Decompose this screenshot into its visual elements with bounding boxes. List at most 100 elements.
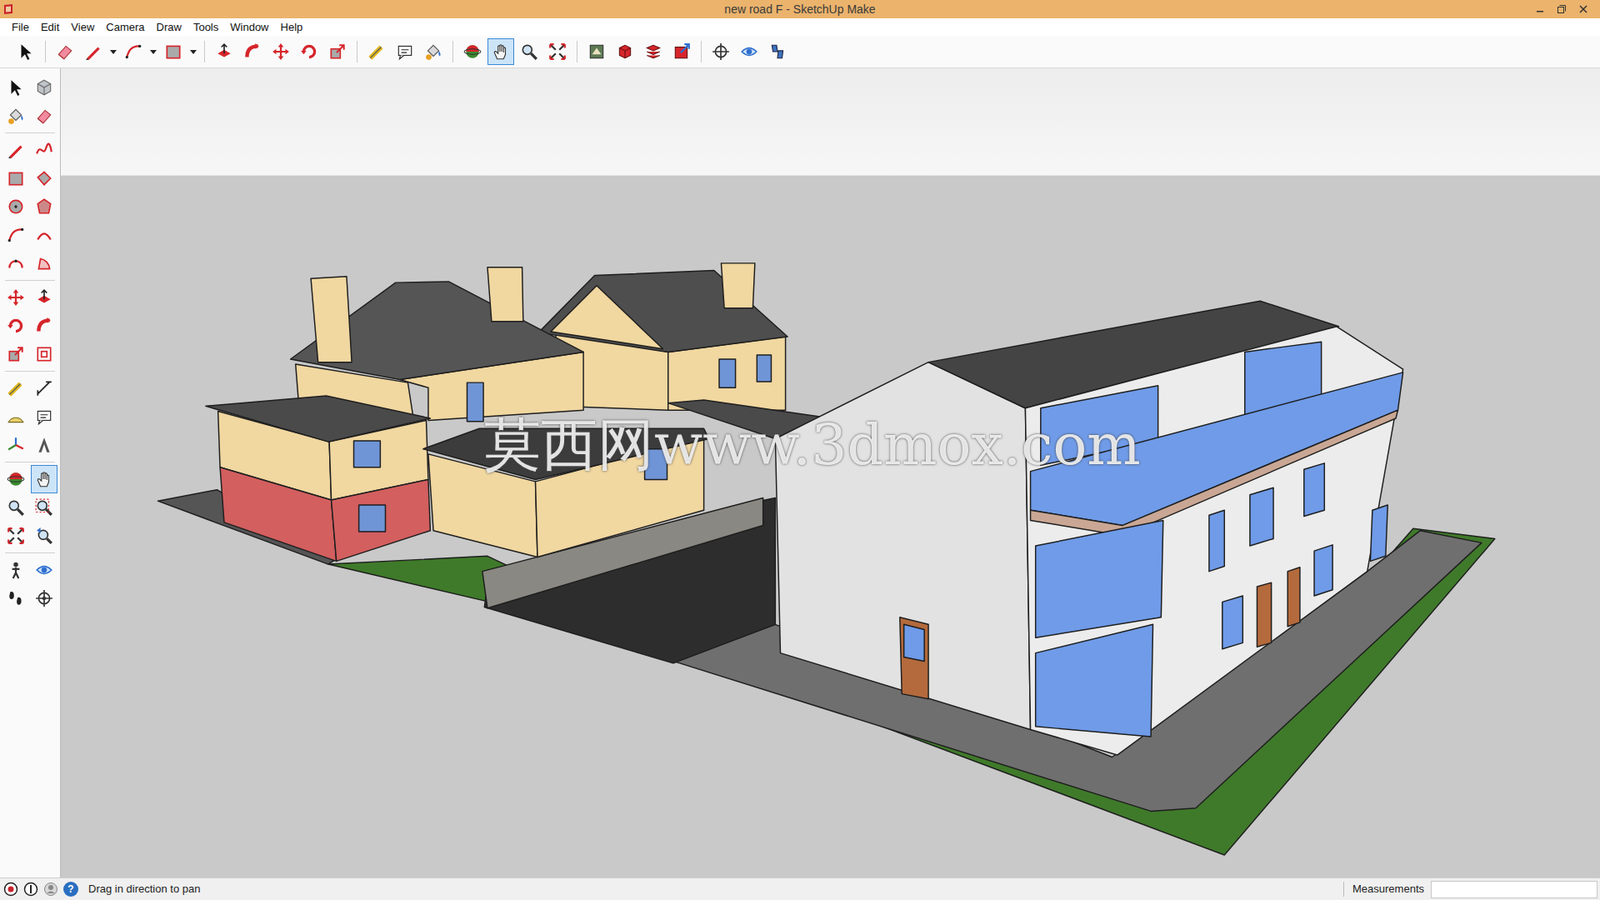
help-button[interactable]: ?: [63, 881, 79, 897]
credits-icon[interactable]: [23, 881, 39, 897]
restore-icon[interactable]: [1556, 4, 1567, 15]
palette-button[interactable]: [2, 311, 30, 340]
toolbar-button[interactable]: [51, 38, 79, 65]
menu-item[interactable]: Window: [225, 18, 274, 36]
palette-button[interactable]: [30, 465, 58, 494]
menu-item[interactable]: View: [65, 18, 100, 36]
toolbar-button[interactable]: [267, 38, 295, 65]
toolbar-separator: [356, 40, 358, 63]
toolbar-button[interactable]: [160, 38, 187, 65]
palette-button[interactable]: [2, 555, 30, 585]
palette-button[interactable]: [2, 249, 30, 278]
palette-button[interactable]: [30, 311, 58, 340]
dropdown-button[interactable]: [147, 38, 160, 65]
palette-button[interactable]: [2, 73, 30, 102]
palette-button[interactable]: [2, 521, 30, 550]
zoom-icon: [6, 498, 25, 517]
position-camera-icon: [6, 560, 25, 580]
toolbar-button[interactable]: [764, 38, 791, 65]
palette-button[interactable]: [30, 340, 58, 369]
left-house: [205, 395, 430, 561]
minimize-icon[interactable]: [1535, 4, 1545, 15]
menu-item[interactable]: File: [6, 18, 35, 36]
toolbar-button[interactable]: [12, 38, 40, 65]
palette-button[interactable]: [30, 521, 58, 550]
palette-button[interactable]: [2, 584, 30, 613]
toolbar-button[interactable]: [210, 38, 238, 65]
palette-button[interactable]: [30, 101, 58, 130]
viewport[interactable]: 莫西网www.3dmox.com: [60, 68, 1600, 878]
palette-button[interactable]: [2, 402, 30, 431]
toolbar-button[interactable]: [324, 38, 351, 65]
palette-button[interactable]: [30, 493, 58, 522]
toolbar-button[interactable]: [363, 38, 390, 65]
toolbar-button[interactable]: [391, 38, 419, 65]
followme-icon: [243, 42, 262, 61]
toolbar-button[interactable]: [459, 38, 486, 65]
model-view[interactable]: [60, 68, 1600, 878]
palette-button[interactable]: [30, 374, 58, 403]
walk-icon: [6, 589, 25, 608]
palette-button[interactable]: [30, 220, 58, 250]
palette-button[interactable]: [30, 73, 58, 102]
palette-button[interactable]: [2, 465, 30, 494]
dropdown-arrow-icon: [109, 47, 118, 56]
palette-button[interactable]: [30, 283, 58, 312]
scale-icon: [6, 345, 25, 364]
dropdown-button[interactable]: [107, 38, 120, 65]
toolbar-button[interactable]: [239, 38, 266, 65]
menu-item[interactable]: Camera: [100, 18, 150, 36]
rotate-icon: [6, 316, 25, 335]
menu-item[interactable]: Tools: [188, 18, 224, 36]
measurements-field[interactable]: [1430, 880, 1598, 899]
menu-item[interactable]: Help: [275, 18, 309, 36]
circle-icon: [6, 197, 25, 216]
rectangle-icon: [164, 42, 183, 61]
toolbar-button[interactable]: [735, 38, 763, 65]
palette-button[interactable]: [2, 283, 30, 312]
close-icon[interactable]: [1578, 4, 1589, 15]
look-around-icon: [35, 560, 54, 580]
palette-button[interactable]: [2, 374, 30, 403]
palette-button[interactable]: [30, 135, 58, 165]
menu-item[interactable]: Edit: [35, 18, 65, 36]
text-icon: [395, 42, 415, 61]
toolbar-separator: [452, 40, 454, 63]
palette-button[interactable]: [2, 493, 30, 522]
palette-button[interactable]: [2, 192, 30, 221]
toolbar-button[interactable]: [120, 38, 147, 65]
palette-button[interactable]: [30, 192, 58, 221]
toolbar-button[interactable]: [295, 38, 323, 65]
palette-button[interactable]: [2, 164, 30, 193]
dropdown-button[interactable]: [187, 38, 200, 65]
user-icon[interactable]: [43, 881, 59, 897]
geolocation-icon[interactable]: [3, 881, 19, 897]
menu-item[interactable]: Draw: [151, 18, 187, 36]
palette-button[interactable]: [30, 402, 58, 431]
palette-button[interactable]: [2, 101, 30, 130]
toolbar-button[interactable]: [544, 38, 571, 65]
toolbar-button[interactable]: [80, 38, 107, 65]
toolbar-button[interactable]: [487, 38, 515, 65]
palette-button[interactable]: [2, 430, 30, 460]
app-logo-icon: [2, 3, 15, 15]
toolbar-button[interactable]: [420, 38, 447, 65]
palette-button[interactable]: [30, 430, 58, 460]
palette-group: [2, 465, 58, 550]
zoom-window-icon: [35, 498, 54, 517]
palette-button[interactable]: [30, 249, 58, 278]
toolbar-button[interactable]: [668, 38, 695, 65]
palette-button[interactable]: [2, 135, 30, 165]
toolbar-button[interactable]: [515, 38, 543, 65]
palette-button[interactable]: [2, 340, 30, 369]
toolbar-button[interactable]: [583, 38, 610, 65]
palette-button[interactable]: [30, 555, 58, 585]
toolbar-button[interactable]: [640, 38, 667, 65]
palette-button[interactable]: [30, 584, 58, 613]
pushpull-icon: [215, 42, 234, 61]
palette-button[interactable]: [2, 220, 30, 250]
toolbar-button[interactable]: [707, 38, 735, 65]
pushpull-icon: [35, 288, 54, 307]
palette-button[interactable]: [30, 164, 58, 193]
toolbar-button[interactable]: [611, 38, 639, 65]
